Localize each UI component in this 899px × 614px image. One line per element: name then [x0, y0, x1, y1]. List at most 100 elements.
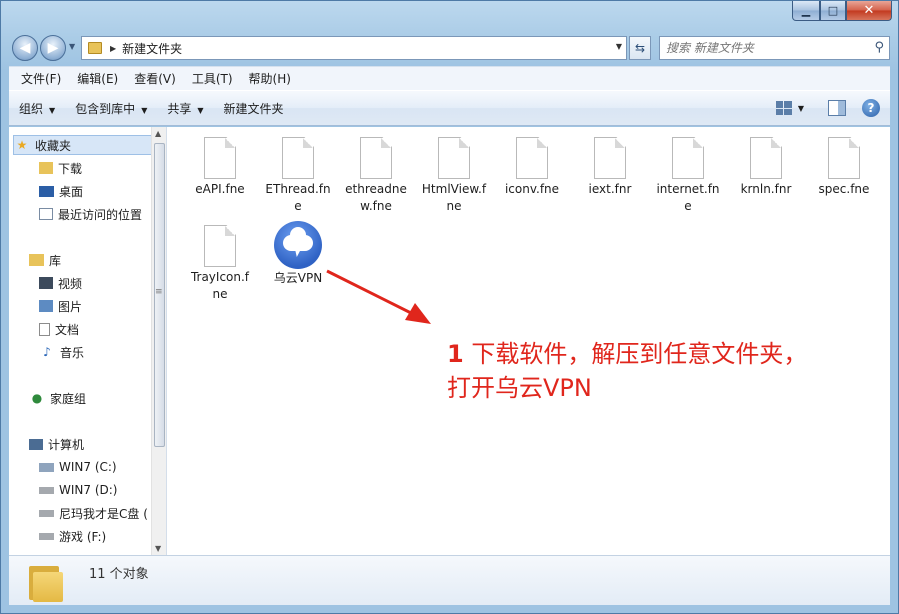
- nav-drive-d[interactable]: WIN7 (D:): [39, 480, 117, 500]
- forward-arrow-icon: ▶: [47, 40, 59, 56]
- forward-button[interactable]: ▶: [40, 35, 66, 61]
- file-name-line1: eAPI.fne: [195, 182, 245, 196]
- navigation-row: ◀ ▶ ▼ ▶ 新建文件夹 ▼ ⇆ ⚲: [9, 33, 890, 61]
- document-icon: [594, 137, 626, 179]
- file-item[interactable]: ethreadne w.fne: [339, 137, 413, 215]
- file-name-line1: internet.fn: [656, 182, 720, 196]
- nav-computer[interactable]: 计算机: [29, 434, 84, 454]
- drive-icon: [39, 532, 54, 540]
- views-dropdown-icon[interactable]: ▼: [798, 104, 804, 113]
- menu-bar: 文件(F) 编辑(E) 查看(V) 工具(T) 帮助(H): [9, 66, 890, 90]
- file-name-line1: EThread.fn: [265, 182, 331, 196]
- file-item[interactable]: HtmlView.f ne: [417, 137, 491, 215]
- nav-pictures[interactable]: 图片: [39, 296, 82, 316]
- chevron-down-icon: ▼: [197, 105, 204, 115]
- minimize-button[interactable]: ▁: [792, 1, 820, 21]
- file-item[interactable]: TrayIcon.f ne: [183, 225, 257, 303]
- star-icon: ★: [16, 138, 28, 152]
- search-box[interactable]: ⚲: [659, 36, 890, 60]
- organize-button[interactable]: 组织 ▼: [9, 100, 65, 117]
- nav-videos-label: 视频: [58, 276, 83, 291]
- nav-downloads-label: 下载: [58, 161, 83, 176]
- navigation-scrollbar[interactable]: ▲ ≡ ▼: [151, 127, 166, 555]
- nav-desktop[interactable]: 桌面: [39, 181, 83, 201]
- file-name-line1: krnln.fnr: [740, 182, 792, 196]
- file-name-line1: TrayIcon.f: [190, 270, 250, 284]
- nav-recent-places[interactable]: 最近访问的位置: [39, 204, 142, 224]
- nav-computer-label: 计算机: [48, 437, 85, 452]
- maximize-button[interactable]: □: [820, 1, 846, 21]
- menu-tools[interactable]: 工具(T): [184, 70, 241, 87]
- file-name-line1: iconv.fne: [504, 182, 560, 196]
- file-item[interactable]: iext.fnr: [573, 137, 647, 198]
- document-icon: [360, 137, 392, 179]
- include-in-library-button[interactable]: 包含到库中 ▼: [65, 100, 157, 117]
- scroll-up-icon[interactable]: ▲: [155, 129, 161, 138]
- nav-drive-f[interactable]: 游戏 (F:): [39, 526, 106, 546]
- folder-icon: [29, 562, 63, 602]
- menu-file[interactable]: 文件(F): [13, 70, 69, 87]
- file-item[interactable]: spec.fne: [807, 137, 881, 198]
- nav-libraries[interactable]: 库: [29, 250, 61, 270]
- nav-favorites[interactable]: ★ 收藏夹: [13, 135, 153, 155]
- preview-pane-icon[interactable]: [828, 100, 846, 116]
- new-folder-label: 新建文件夹: [223, 101, 284, 116]
- refresh-icon: ⇆: [634, 41, 646, 55]
- search-icon[interactable]: ⚲: [874, 40, 884, 55]
- search-input[interactable]: [666, 41, 866, 55]
- instruction-annotation: 1 下载软件，解压到任意文件夹， 打开乌云VPN: [447, 337, 807, 405]
- vpn-app-item[interactable]: 乌云VPN: [261, 221, 335, 287]
- nav-desktop-label: 桌面: [59, 184, 84, 199]
- nav-libraries-label: 库: [49, 253, 62, 268]
- back-button[interactable]: ◀: [12, 35, 38, 61]
- nav-homegroup[interactable]: ● 家庭组: [29, 388, 86, 408]
- menu-help[interactable]: 帮助(H): [241, 70, 299, 87]
- close-button[interactable]: ✕: [846, 1, 892, 21]
- details-pane: 11 个对象: [9, 555, 890, 605]
- file-name-line1: 乌云VPN: [273, 271, 323, 285]
- file-item[interactable]: iconv.fne: [495, 137, 569, 198]
- refresh-button[interactable]: ⇆: [629, 36, 651, 60]
- breadcrumb-separator-icon[interactable]: ▶: [110, 44, 116, 53]
- nav-music[interactable]: ♪ 音乐: [39, 342, 84, 362]
- command-bar: 组织 ▼ 包含到库中 ▼ 共享 ▼ 新建文件夹 ▼ ?: [9, 90, 890, 126]
- file-name-line1: HtmlView.f: [421, 182, 487, 196]
- nav-drive-e[interactable]: 尼玛我才是C盘 (: [39, 503, 148, 523]
- file-name-line2: e: [294, 199, 302, 213]
- chevron-down-icon: ▼: [141, 105, 148, 115]
- drive-icon: [39, 509, 54, 517]
- breadcrumb-current-folder[interactable]: 新建文件夹: [122, 40, 182, 57]
- downloads-folder-icon: [39, 162, 53, 174]
- item-count: 11 个对象: [89, 567, 149, 582]
- file-item[interactable]: EThread.fn e: [261, 137, 335, 215]
- help-icon[interactable]: ?: [862, 99, 880, 117]
- nav-videos[interactable]: 视频: [39, 273, 82, 293]
- new-folder-button[interactable]: 新建文件夹: [214, 100, 294, 117]
- explorer-window: ▁ □ ✕ ◀ ▶ ▼ ▶ 新建文件夹 ▼ ⇆ ⚲ 文件(F) 编辑(E) 查看…: [0, 0, 899, 614]
- folder-icon: [88, 42, 102, 54]
- scroll-down-icon[interactable]: ▼: [155, 544, 161, 553]
- file-name-line1: spec.fne: [818, 182, 870, 196]
- address-dropdown-icon[interactable]: ▼: [616, 42, 622, 51]
- view-controls: ▼ ?: [775, 99, 880, 117]
- file-item[interactable]: internet.fn e: [651, 137, 725, 215]
- nav-recent-label: 最近访问的位置: [58, 207, 143, 222]
- file-item[interactable]: eAPI.fne: [183, 137, 257, 198]
- document-icon: [204, 225, 236, 267]
- nav-drive-c[interactable]: WIN7 (C:): [39, 457, 117, 477]
- views-icon[interactable]: [775, 101, 792, 115]
- menu-edit[interactable]: 编辑(E): [69, 70, 126, 87]
- caption-buttons: ▁ □ ✕: [792, 1, 892, 21]
- nav-drive-c-label: WIN7 (C:): [59, 460, 117, 474]
- file-name-line2: e: [684, 199, 692, 213]
- nav-pictures-label: 图片: [58, 299, 83, 314]
- nav-homegroup-label: 家庭组: [50, 391, 87, 406]
- menu-view[interactable]: 查看(V): [126, 70, 184, 87]
- address-bar[interactable]: ▶ 新建文件夹 ▼: [81, 36, 627, 60]
- file-item[interactable]: krnln.fnr: [729, 137, 803, 198]
- nav-documents[interactable]: 文档: [39, 319, 79, 339]
- share-button[interactable]: 共享 ▼: [157, 100, 213, 117]
- file-name-line1: ethreadne: [345, 182, 407, 196]
- nav-downloads[interactable]: 下载: [39, 158, 82, 178]
- recent-pages-dropdown[interactable]: ▼: [69, 42, 75, 51]
